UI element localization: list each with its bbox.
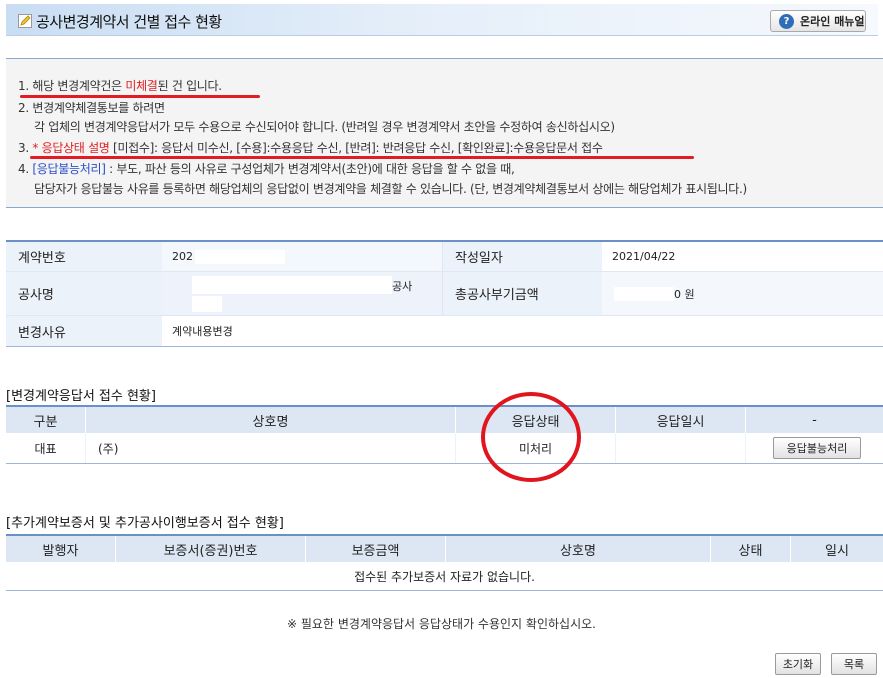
contract-info-table: 계약번호 202 작성일자 2021/04/22 공사명 공사 총공사부기금액 … — [6, 240, 883, 347]
notice-line-4b: 담당자가 응답불능 사유를 등록하면 해당업체의 응답없이 변경계약을 체결할 … — [34, 182, 747, 196]
bottom-actions: 초기화 목록 — [775, 653, 877, 675]
contract-number-value: 202 — [162, 242, 442, 271]
project-name-value: 공사 — [162, 272, 442, 315]
response-section-title: [변경계약응답서 접수 현황] — [6, 389, 156, 404]
notice-line-2b: 각 업체의 변경계약응답서가 모두 수용으로 수신되어야 합니다. (반려일 경… — [34, 120, 615, 134]
created-date-label: 작성일자 — [442, 242, 602, 271]
total-amount-label: 총공사부기금액 — [442, 272, 602, 315]
red-circle-highlight — [481, 392, 581, 482]
project-name-label: 공사명 — [6, 272, 162, 315]
online-manual-label: 온라인 매뉴얼 — [800, 15, 865, 28]
row-company-text: (주) — [98, 441, 119, 456]
notice-text: 4. — [18, 162, 33, 176]
row-type: 대표 — [6, 433, 86, 463]
response-table-header: 구분 상호명 응답상태 응답일시 - — [6, 407, 883, 433]
col-certificate-no: 보증서(증권)번호 — [116, 536, 306, 562]
reset-button[interactable]: 초기화 — [775, 653, 821, 675]
masked-field — [122, 441, 153, 455]
col-action: - — [812, 412, 817, 428]
notice-highlight: 미체결 — [125, 79, 158, 93]
contract-number-text: 202 — [172, 250, 193, 263]
list-button[interactable]: 목록 — [831, 653, 877, 675]
notice-text: 된 건 입니다. — [157, 79, 223, 93]
masked-field — [614, 286, 674, 301]
help-icon: ? — [779, 13, 794, 29]
col-issuer: 발행자 — [6, 536, 116, 562]
notice-box: 1. 해당 변경계약건은 미체결된 건 입니다. 2. 변경계약체결통보를 하려… — [6, 58, 883, 208]
notice-line-1: 1. 해당 변경계약건은 미체결된 건 입니다. — [18, 77, 222, 94]
contract-number-label: 계약번호 — [6, 242, 162, 271]
row-company: (주) — [86, 433, 456, 463]
online-manual-button[interactable]: ? 온라인 매뉴얼 — [770, 10, 866, 32]
total-amount-text: 0 원 — [674, 287, 695, 301]
red-underline — [20, 95, 260, 98]
footnote: ※ 필요한 변경계약응답서 응답상태가 수용인지 확인하십시오. — [287, 617, 596, 631]
pencil-icon — [18, 14, 32, 28]
info-row: 공사명 공사 총공사부기금액 0 원 — [6, 272, 883, 316]
empty-message: 접수된 추가보증서 자료가 없습니다. — [354, 569, 535, 584]
notice-line-3: 3. * 응답상태 설명 [미접수]: 응답서 미수신, [수용]:수용응답 수… — [18, 139, 603, 156]
notice-line-4: 4. [응답불능처리] : 부도, 파산 등의 사유로 구성업체가 변경계약서(… — [18, 160, 515, 177]
notice-highlight: * 응답상태 설명 — [32, 141, 110, 155]
guarantee-section-title: [추가계약보증서 및 추가공사이행보증서 접수 현황] — [6, 516, 284, 531]
col-datetime: 일시 — [825, 543, 849, 559]
masked-field — [192, 296, 222, 312]
col-type: 구분 — [6, 407, 86, 433]
info-row: 계약번호 202 작성일자 2021/04/22 — [6, 242, 883, 272]
row-action: 응답불능처리 — [746, 433, 883, 463]
col-company: 상호명 — [86, 407, 456, 433]
masked-field — [192, 276, 392, 294]
table-row: 접수된 추가보증서 자료가 없습니다. — [6, 562, 883, 590]
notice-text: [미접수]: 응답서 미수신, [수용]:수용응답 수신, [반려]: 반려응답… — [109, 141, 603, 155]
notice-text: : 부도, 파산 등의 사유로 구성업체가 변경계약서(초안)에 대한 응답을 … — [105, 162, 515, 176]
notice-text: 3. — [18, 141, 33, 155]
page-title: 공사변경계약서 건별 접수 현황 — [36, 13, 222, 31]
red-underline — [30, 156, 694, 159]
notice-text: 1. 해당 변경계약건은 — [18, 79, 126, 93]
guarantee-table: 발행자 보증서(증권)번호 보증금액 상호명 상태 일시 접수된 추가보증서 자… — [6, 534, 883, 591]
masked-field — [195, 249, 285, 264]
change-reason-label: 변경사유 — [6, 316, 162, 346]
col-amount: 보증금액 — [306, 536, 446, 562]
notice-line-2: 2. 변경계약체결통보를 하려면 — [18, 101, 165, 115]
col-date: 응답일시 — [616, 407, 746, 433]
row-date — [616, 433, 746, 463]
project-name-text: 공사 — [392, 280, 413, 293]
guarantee-table-header: 발행자 보증서(증권)번호 보증금액 상호명 상태 일시 — [6, 536, 883, 562]
response-table: 구분 상호명 응답상태 응답일시 - 대표 (주) 미처리 응답불능처리 — [6, 405, 883, 464]
info-row: 변경사유 계약내용변경 — [6, 316, 883, 346]
unresponsive-process-button[interactable]: 응답불능처리 — [773, 437, 861, 459]
page-header: 공사변경계약서 건별 접수 현황 ? 온라인 매뉴얼 — [6, 4, 878, 36]
change-reason-value: 계약내용변경 — [162, 316, 883, 346]
col-state: 상태 — [711, 536, 791, 562]
table-row: 대표 (주) 미처리 응답불능처리 — [6, 433, 883, 463]
created-date-value: 2021/04/22 — [602, 242, 883, 271]
unresponsive-link[interactable]: [응답불능처리] — [32, 162, 106, 176]
total-amount-value: 0 원 — [602, 272, 883, 315]
col-company: 상호명 — [446, 536, 711, 562]
